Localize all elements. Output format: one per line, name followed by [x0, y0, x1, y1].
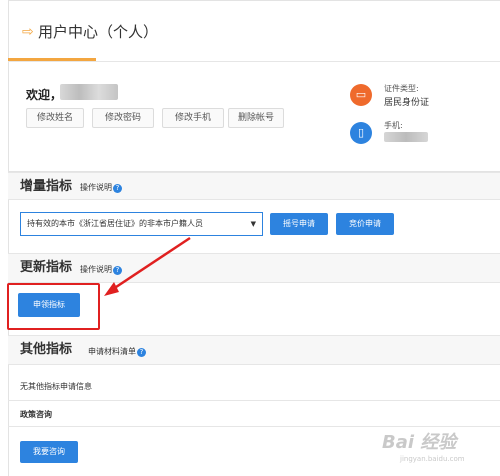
no-other-indicator-text: 无其他指标申请信息	[20, 382, 92, 391]
other-title: 其他指标	[20, 342, 73, 357]
other-section-header: 其他指标 申请材料清单?	[8, 335, 500, 365]
policy-title: 政策咨询	[20, 410, 52, 419]
help-icon: ?	[137, 348, 146, 357]
divider	[8, 426, 500, 427]
materials-list-link[interactable]: 申请材料清单?	[88, 346, 146, 358]
watermark-logo: Bai 经验	[382, 432, 457, 453]
annotation-arrow	[104, 236, 191, 296]
watermark-url: jingyan.baidu.com	[400, 455, 465, 463]
consult-button[interactable]: 我要咨询	[20, 441, 78, 463]
divider	[8, 400, 500, 401]
